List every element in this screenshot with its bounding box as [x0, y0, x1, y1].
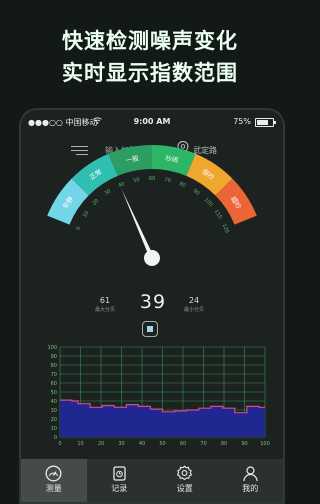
- record-toggle-button[interactable]: [142, 321, 158, 337]
- chart-x-tick: 50: [159, 441, 165, 447]
- chart-y-tick: 40: [51, 399, 57, 405]
- min-db-value: 24: [188, 296, 200, 305]
- gear-icon: [177, 465, 193, 481]
- gauge-tick-label: 80: [178, 181, 186, 189]
- max-db-readout: 61 最大分贝: [75, 296, 135, 313]
- tab-settings-label: 设置: [176, 484, 193, 493]
- promo-header: 快速检测噪声变化 实时显示指数范围: [0, 0, 300, 104]
- noise-history-chart: 1009080706050403020100 0 10 20 30 40 50 60 70 80…: [47, 345, 269, 447]
- tab-measure[interactable]: 测量: [21, 459, 87, 502]
- gauge-tick-label: 10: [82, 210, 91, 219]
- gauge-tick-label: 110: [213, 209, 223, 220]
- chart-x-tick: 0: [58, 441, 61, 447]
- chart-x-tick: 20: [98, 441, 104, 447]
- bottom-tab-bar: 测量 记录 设置 我的: [21, 459, 283, 502]
- chart-y-tick: 50: [51, 390, 57, 396]
- chart-x-tick: 30: [118, 441, 124, 447]
- chart-y-tick-labels: 1009080706050403020100: [47, 345, 57, 441]
- chart-x-tick: 40: [139, 441, 145, 447]
- gauge-tick-label: 60: [149, 176, 155, 182]
- gauge-needle: [121, 188, 155, 259]
- chart-y-tick: 20: [51, 417, 57, 423]
- app-screen: 快速检测噪声变化 实时显示指数范围 ●●●○○ 中国移动 9:00 AM 75%…: [0, 0, 300, 504]
- chart-y-tick: 0: [54, 435, 57, 441]
- chart-y-tick: 70: [51, 372, 57, 378]
- chart-x-tick: 10: [77, 441, 83, 447]
- promo-title-line-2: 实时显示指数范围: [62, 61, 238, 85]
- chart-x-tick: 100: [260, 441, 270, 447]
- gauge-hub: [144, 250, 160, 266]
- phone-frame: ●●●○○ 中国移动 9:00 AM 75% 输入标题 武定路: [19, 108, 285, 504]
- tab-records[interactable]: 记录: [87, 459, 153, 502]
- promo-title-line-1: 快速检测噪声变化: [62, 29, 238, 53]
- chart-x-tick: 60: [180, 441, 186, 447]
- gauge-tick-label: 90: [192, 188, 201, 197]
- chart-x-tick-labels: 0 10 20 30 40 50 60 70 80 90 100: [58, 441, 269, 447]
- status-bar: ●●●○○ 中国移动 9:00 AM 75%: [21, 110, 283, 133]
- chart-y-tick: 80: [51, 363, 57, 369]
- gauge-icon: [45, 465, 62, 482]
- battery-percent: 75%: [233, 117, 251, 126]
- gauge-bands: [47, 145, 257, 225]
- tab-records-label: 记录: [111, 484, 128, 493]
- chart-y-tick: 10: [51, 426, 57, 432]
- gauge-tick-label: 50: [133, 177, 140, 184]
- battery-icon: [255, 118, 276, 127]
- max-db-label: 最大分贝: [94, 307, 115, 313]
- gauge-needle-pointer: [121, 188, 155, 259]
- chart-y-tick: 30: [51, 408, 57, 414]
- min-db-label: 最小分贝: [183, 307, 204, 313]
- chart-x-tick: 90: [241, 441, 247, 447]
- gauge-tick-label: 20: [91, 198, 100, 207]
- gauge-tick-label: 0: [75, 226, 82, 231]
- profile-icon: [243, 466, 258, 482]
- tab-profile-label: 我的: [242, 484, 259, 493]
- tab-profile[interactable]: 我的: [218, 459, 284, 502]
- max-db-value: 61: [99, 296, 111, 305]
- gauge-tick-label: 30: [104, 188, 113, 197]
- chart-y-tick: 60: [51, 381, 57, 387]
- chart-y-tick: 90: [51, 354, 57, 360]
- gauge-tick-label: 120: [221, 223, 230, 234]
- chart-x-tick: 70: [200, 441, 206, 447]
- gauge-tick-label: 100: [203, 197, 214, 208]
- tab-settings[interactable]: 设置: [152, 459, 218, 502]
- chart-x-tick: 80: [221, 441, 227, 447]
- record-icon: [113, 466, 126, 481]
- gauge-tick-label: 40: [117, 181, 125, 189]
- tab-measure-label: 测量: [45, 484, 62, 493]
- min-db-readout: 24 最小分贝: [164, 296, 224, 313]
- gauge-tick-label: 70: [164, 177, 171, 184]
- chart-y-tick: 100: [47, 345, 57, 351]
